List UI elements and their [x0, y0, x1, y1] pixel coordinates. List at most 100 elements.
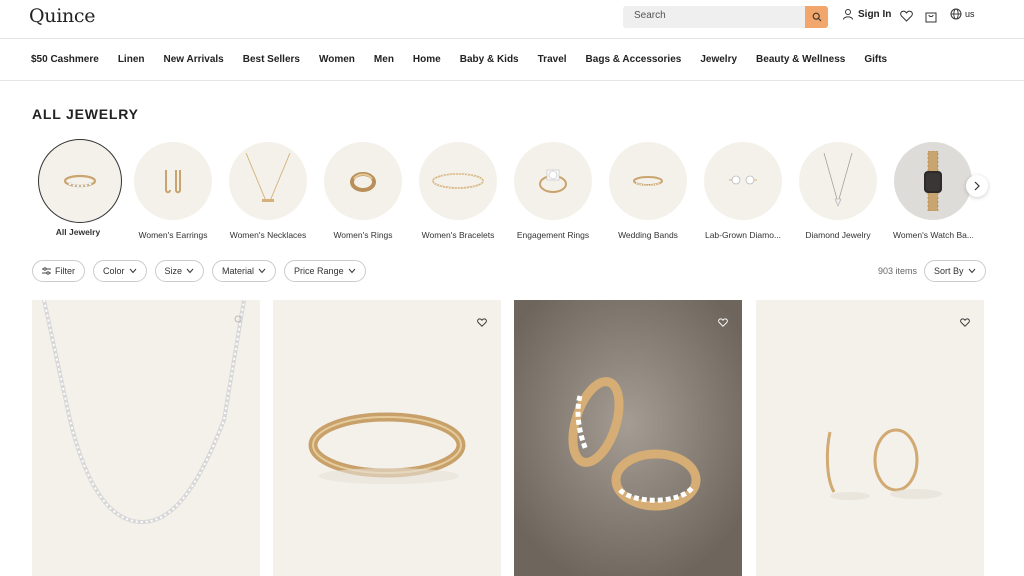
category-image [38, 139, 122, 223]
category-label: Diamond Jewelry [805, 230, 871, 240]
nav-divider [0, 80, 1024, 81]
shopping-bag-icon [925, 12, 937, 22]
nav-item-jewelry[interactable]: Jewelry [700, 54, 737, 65]
sign-in-link[interactable]: Sign In [842, 8, 891, 20]
user-icon [843, 9, 853, 20]
category-label: Women's Necklaces [229, 230, 307, 240]
heart-icon [718, 318, 728, 327]
sort-label: Sort By [934, 266, 964, 276]
watch-icon [924, 151, 942, 211]
category-label: Engagement Rings [516, 230, 590, 240]
earrings-icon [165, 170, 181, 194]
category-image [324, 142, 402, 220]
main-nav: $50 Cashmere Linen New Arrivals Best Sel… [31, 54, 906, 65]
category-image [894, 142, 972, 220]
category-image [609, 142, 687, 220]
category-label: Wedding Bands [618, 230, 678, 240]
heart-icon [899, 10, 913, 22]
pendant-icon [823, 152, 853, 207]
nav-item-best-sellers[interactable]: Best Sellers [243, 54, 300, 65]
chip-label: Size [164, 266, 183, 276]
category-womens-necklaces[interactable]: Women's Necklaces [228, 142, 308, 240]
category-label: Women's Earrings [138, 230, 208, 240]
category-womens-bracelets[interactable]: Women's Bracelets [418, 142, 498, 240]
category-wedding-bands[interactable]: Wedding Bands [608, 142, 688, 240]
product-card-gold-hoops[interactable] [756, 300, 984, 576]
sort-by-dropdown[interactable]: Sort By [924, 260, 986, 282]
filter-bar: Filter Color Size Material Price Range [32, 260, 366, 282]
category-label: Women's Bracelets [421, 230, 495, 240]
search-icon [812, 12, 821, 22]
nav-item-baby-kids[interactable]: Baby & Kids [460, 54, 519, 65]
wishlist-button[interactable] [899, 9, 913, 23]
category-label: Lab-Grown Diamo... [704, 230, 782, 240]
category-all-jewelry[interactable]: All Jewelry [38, 139, 122, 237]
product-image [42, 300, 246, 525]
sliders-icon [42, 267, 51, 275]
chevron-right-icon [974, 181, 980, 191]
category-lab-grown-diamonds[interactable]: Lab-Grown Diamo... [703, 142, 783, 240]
product-card-tennis-necklace[interactable] [32, 300, 260, 576]
category-image [419, 142, 497, 220]
nav-item-women[interactable]: Women [319, 54, 355, 65]
cart-button[interactable] [924, 9, 938, 23]
site-header: Quince Search Sign In us [0, 0, 1024, 38]
price-range-filter-dropdown[interactable]: Price Range [284, 260, 366, 282]
wedding-band-icon [633, 176, 663, 186]
nav-item-men[interactable]: Men [374, 54, 394, 65]
nav-item-linen[interactable]: Linen [118, 54, 145, 65]
nav-item-beauty-wellness[interactable]: Beauty & Wellness [756, 54, 845, 65]
category-image [514, 142, 592, 220]
nav-item-cashmere[interactable]: $50 Cashmere [31, 54, 99, 65]
region-label: us [965, 9, 975, 19]
category-label: All Jewelry [55, 227, 101, 237]
nav-item-travel[interactable]: Travel [538, 54, 567, 65]
chip-label: Color [103, 266, 125, 276]
ring-icon [350, 172, 376, 192]
category-diamond-jewelry[interactable]: Diamond Jewelry [798, 142, 878, 240]
category-womens-rings[interactable]: Women's Rings [323, 142, 403, 240]
search-button[interactable] [805, 6, 828, 28]
color-filter-dropdown[interactable]: Color [93, 260, 147, 282]
search-bar[interactable]: Search [623, 6, 828, 28]
product-image [308, 412, 466, 484]
category-image [134, 142, 212, 220]
category-image [799, 142, 877, 220]
chip-label: Price Range [294, 266, 344, 276]
items-count: 903 items [878, 266, 918, 276]
chevron-down-icon [968, 268, 975, 274]
quince-logo[interactable]: Quince [29, 5, 96, 27]
category-image [229, 142, 307, 220]
sign-in-label: Sign In [858, 8, 892, 20]
size-filter-dropdown[interactable]: Size [154, 260, 205, 282]
carousel-next-button[interactable] [966, 175, 988, 197]
category-image [704, 142, 782, 220]
chevron-down-icon [129, 268, 136, 274]
category-label: Women's Watch Ba... [893, 230, 973, 240]
nav-item-home[interactable]: Home [413, 54, 441, 65]
category-label: Women's Rings [333, 230, 393, 240]
nav-item-bags-accessories[interactable]: Bags & Accessories [586, 54, 682, 65]
ring-band-icon [63, 174, 97, 188]
heart-icon [477, 318, 487, 327]
region-selector[interactable]: us [950, 8, 975, 20]
product-card-diamond-hoops[interactable] [514, 300, 742, 576]
favorite-button[interactable] [718, 314, 728, 332]
category-womens-watch-bands[interactable]: Women's Watch Ba... [893, 142, 973, 240]
heart-icon [960, 318, 970, 327]
product-image [514, 300, 742, 576]
category-engagement-rings[interactable]: Engagement Rings [513, 142, 593, 240]
filter-button[interactable]: Filter [32, 260, 85, 282]
search-input[interactable]: Search [634, 10, 666, 21]
favorite-button[interactable] [477, 314, 487, 332]
nav-item-gifts[interactable]: Gifts [864, 54, 887, 65]
nav-item-new-arrivals[interactable]: New Arrivals [164, 54, 224, 65]
necklace-icon [245, 152, 291, 202]
chevron-down-icon [186, 268, 194, 274]
category-carousel: All Jewelry Women's Earrings Women's Nec… [36, 139, 976, 242]
product-card-bangle-bracelet[interactable] [273, 300, 501, 576]
favorite-button[interactable] [960, 314, 970, 332]
material-filter-dropdown[interactable]: Material [212, 260, 277, 282]
category-womens-earrings[interactable]: Women's Earrings [133, 142, 213, 240]
globe-icon [950, 8, 962, 20]
